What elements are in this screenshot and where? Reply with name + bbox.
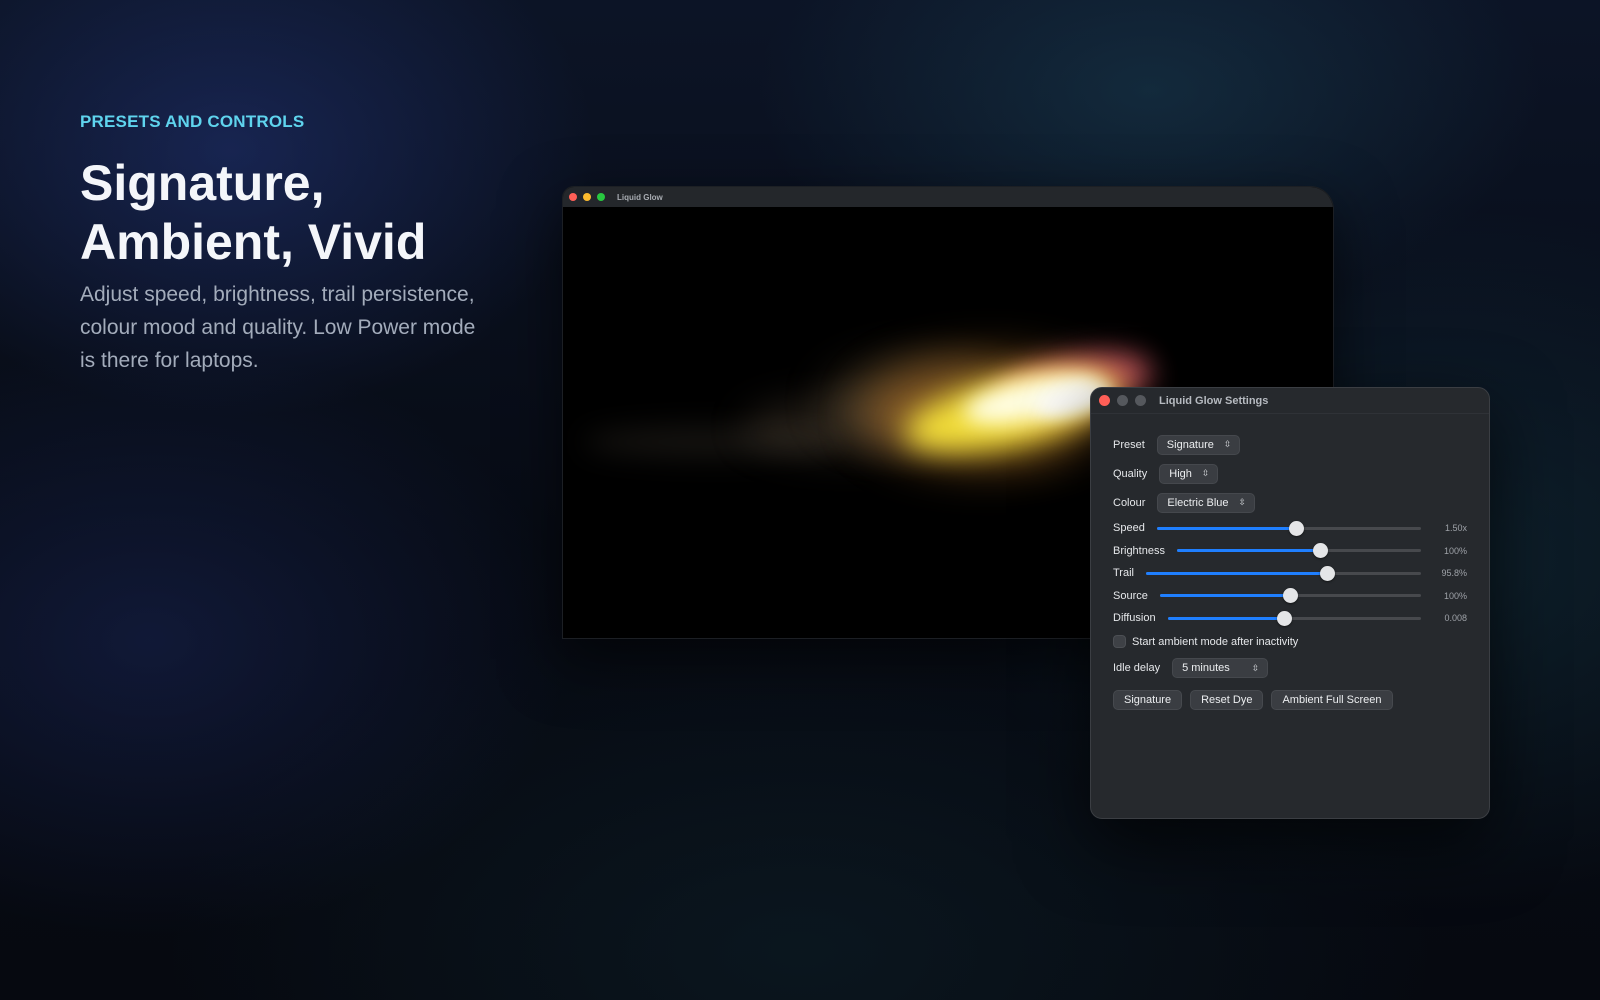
diffusion-slider[interactable]	[1167, 610, 1421, 626]
minimize-icon[interactable]	[583, 193, 591, 201]
colour-label: Colour	[1113, 496, 1146, 509]
chevron-up-down-icon: ⇳	[1251, 662, 1260, 673]
hero-description: Adjust speed, brightness, trail persiste…	[80, 283, 476, 372]
source-row: Source 100%	[1113, 585, 1467, 608]
window-titlebar[interactable]: Liquid Glow	[563, 187, 1333, 207]
minimize-icon[interactable]	[1117, 395, 1128, 406]
source-value: 100%	[1443, 590, 1467, 601]
chevron-up-down-icon: ⇳	[1201, 468, 1210, 478]
colour-select[interactable]: Electric Blue ⇳	[1157, 492, 1256, 513]
preset-value: Signature	[1166, 438, 1214, 451]
speed-value: 1.50x	[1444, 523, 1467, 534]
trail-slider[interactable]	[1145, 565, 1421, 581]
signature-button[interactable]: Signature	[1113, 689, 1183, 710]
trail-label: Trail	[1113, 567, 1134, 580]
idle-delay-value: 5 minutes	[1182, 662, 1230, 674]
diffusion-row: Diffusion 0.008	[1113, 607, 1467, 630]
action-buttons: Signature Reset Dye Ambient Full Screen	[1113, 689, 1467, 710]
slider-fill	[1167, 616, 1285, 620]
settings-title: Liquid Glow Settings	[1159, 394, 1269, 407]
page-headline: Signature, Ambient, Vivid	[80, 155, 427, 270]
trail-row: Trail 95.8%	[1113, 562, 1467, 585]
brightness-value: 100%	[1443, 545, 1467, 556]
speed-row: Speed 1.50x	[1113, 517, 1467, 540]
brightness-label: Brightness	[1113, 544, 1165, 557]
preset-row: Preset Signature ⇳	[1113, 430, 1467, 459]
window-title: Liquid Glow	[617, 192, 663, 202]
colour-value: Electric Blue	[1167, 496, 1229, 509]
slider-fill	[1176, 549, 1321, 553]
slider-thumb[interactable]	[1313, 543, 1329, 559]
hero-copy: PRESETS AND CONTROLS Signature, Ambient,…	[80, 110, 500, 377]
reset-dye-button[interactable]: Reset Dye	[1190, 689, 1264, 710]
slider-fill	[1145, 571, 1328, 575]
brightness-row: Brightness 100%	[1113, 540, 1467, 563]
quality-select[interactable]: High ⇳	[1159, 463, 1219, 484]
ambient-checkbox-label: Start ambient mode after inactivity	[1132, 635, 1299, 648]
ambient-checkbox[interactable]	[1113, 635, 1126, 648]
speed-label: Speed	[1113, 522, 1145, 535]
diffusion-label: Diffusion	[1113, 612, 1156, 625]
eyebrow-label: PRESETS AND CONTROLS	[80, 112, 305, 131]
idle-delay-label: Idle delay	[1113, 662, 1161, 674]
settings-titlebar[interactable]: Liquid Glow Settings	[1091, 388, 1489, 414]
ambient-full-screen-button[interactable]: Ambient Full Screen	[1271, 689, 1393, 710]
slider-fill	[1156, 526, 1297, 530]
slider-thumb[interactable]	[1282, 588, 1298, 604]
zoom-icon[interactable]	[1135, 395, 1146, 406]
zoom-icon[interactable]	[597, 193, 605, 201]
settings-window[interactable]: Liquid Glow Settings Preset Signature ⇳ …	[1090, 387, 1490, 819]
slider-thumb[interactable]	[1289, 520, 1305, 536]
trail-value: 95.8%	[1441, 568, 1467, 579]
settings-body: Preset Signature ⇳ Quality High ⇳ Colour…	[1091, 414, 1489, 710]
slider-thumb[interactable]	[1276, 610, 1292, 626]
diffusion-value: 0.008	[1444, 613, 1467, 624]
speed-slider[interactable]	[1156, 520, 1421, 536]
colour-row: Colour Electric Blue ⇳	[1113, 488, 1467, 517]
close-icon[interactable]	[569, 193, 577, 201]
close-icon[interactable]	[1099, 395, 1110, 406]
preset-select[interactable]: Signature ⇳	[1156, 434, 1241, 455]
slider-thumb[interactable]	[1319, 565, 1335, 581]
idle-delay-row: Idle delay 5 minutes ⇳	[1113, 654, 1467, 683]
source-slider[interactable]	[1159, 588, 1421, 604]
chevron-up-down-icon: ⇳	[1238, 497, 1247, 507]
preset-label: Preset	[1113, 438, 1145, 451]
source-label: Source	[1113, 589, 1148, 602]
quality-row: Quality High ⇳	[1113, 459, 1467, 488]
quality-value: High	[1169, 467, 1192, 480]
chevron-up-down-icon: ⇳	[1223, 439, 1232, 449]
idle-delay-select[interactable]: 5 minutes ⇳	[1172, 658, 1269, 678]
quality-label: Quality	[1113, 467, 1148, 480]
slider-fill	[1159, 594, 1291, 598]
ambient-checkbox-row[interactable]: Start ambient mode after inactivity	[1113, 630, 1467, 654]
brightness-slider[interactable]	[1176, 543, 1421, 559]
